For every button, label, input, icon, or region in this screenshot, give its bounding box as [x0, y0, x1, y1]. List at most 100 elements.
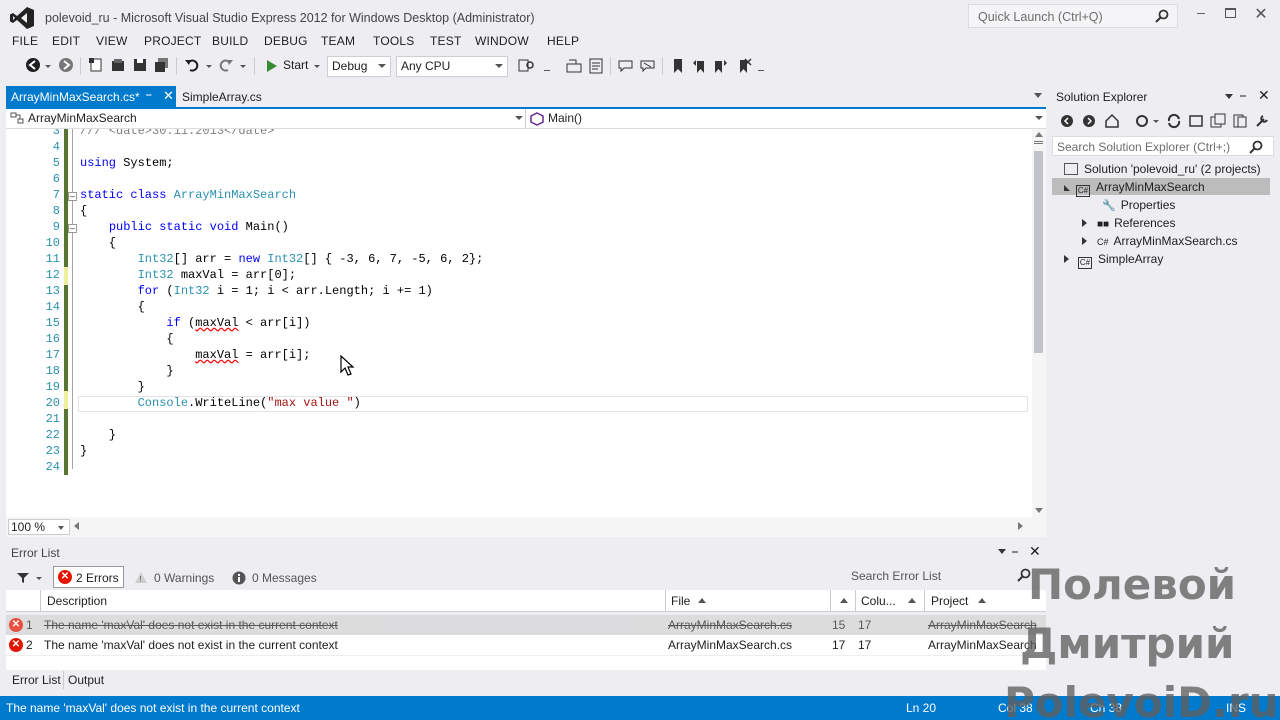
menu-file[interactable]: FILE — [12, 34, 38, 48]
comment-out-icon[interactable] — [618, 58, 634, 74]
chevron-down-icon[interactable] — [240, 65, 246, 68]
chevron-down-icon[interactable] — [206, 65, 212, 68]
messages-filter-toggle[interactable]: 0 Messages — [228, 568, 324, 588]
menu-edit[interactable]: EDIT — [52, 34, 80, 48]
search-icon[interactable] — [1249, 140, 1263, 154]
navigate-forward-icon[interactable] — [58, 57, 74, 73]
close-tab-icon[interactable]: ✕ — [163, 88, 174, 104]
tab-error-list[interactable]: Error List — [12, 673, 61, 687]
navigate-back-icon[interactable] — [25, 57, 41, 73]
menu-team[interactable]: TEAM — [321, 34, 355, 48]
scroll-left-icon[interactable] — [74, 522, 79, 530]
quick-launch-box[interactable]: Quick Launch (Ctrl+Q) — [968, 4, 1178, 28]
scroll-down-icon[interactable] — [1035, 508, 1043, 513]
solution-explorer-search[interactable]: Search Solution Explorer (Ctrl+;) — [1052, 136, 1274, 156]
error-row[interactable]: ✕ 2 The name 'maxVal' does not exist in … — [6, 635, 1046, 655]
close-button[interactable]: ✕ — [1250, 4, 1272, 24]
chevron-down-icon[interactable] — [1153, 120, 1159, 123]
next-bookmark-icon[interactable] — [714, 58, 728, 74]
maximize-button[interactable] — [1220, 4, 1242, 24]
tabs-dropdown-icon[interactable] — [1034, 93, 1042, 98]
column-file[interactable]: File — [671, 594, 690, 608]
chevron-down-icon[interactable] — [45, 65, 51, 68]
scrollbar-thumb[interactable] — [1034, 151, 1043, 353]
warnings-filter-toggle[interactable]: ! 0 Warnings — [130, 568, 220, 588]
toolbar-overflow-icon[interactable] — [544, 70, 550, 71]
zoom-select[interactable]: 100 % — [8, 519, 70, 535]
save-icon[interactable] — [132, 57, 148, 73]
tree-file-arrayminmaxsearch-cs[interactable]: C# ArrayMinMaxSearch.cs — [1082, 234, 1238, 248]
pending-changes-icon[interactable] — [1188, 113, 1204, 129]
chevron-down-icon[interactable] — [314, 65, 320, 68]
column-project[interactable]: Project — [931, 594, 968, 608]
errors-filter-toggle[interactable]: ✕ 2 Errors — [53, 566, 124, 588]
member-dropdown-value[interactable]: Main() — [548, 111, 582, 125]
menu-view[interactable]: VIEW — [96, 34, 127, 48]
show-all-files-icon[interactable] — [1232, 113, 1248, 129]
clear-bookmarks-icon[interactable] — [736, 58, 752, 74]
tree-project-simplearray[interactable]: C# SimpleArray — [1064, 252, 1163, 269]
solution-configuration-select[interactable]: Debug — [327, 56, 391, 77]
tree-properties-node[interactable]: 🔧 Properties — [1102, 198, 1175, 212]
filter-icon[interactable] — [16, 572, 30, 584]
code-editor[interactable]: – – 3 /// <date>30.11.2013</date> 4 5 us… — [6, 129, 1032, 517]
error-list-search-placeholder[interactable]: Search Error List — [851, 569, 941, 583]
pin-icon[interactable]: ⎯ — [1240, 88, 1246, 103]
collapse-all-icon[interactable] — [1210, 113, 1226, 129]
column-column[interactable]: Colu... — [861, 594, 896, 608]
error-row[interactable]: ✕ 1 The name 'maxVal' does not exist in … — [6, 615, 1046, 635]
previous-bookmark-icon[interactable] — [692, 58, 706, 74]
editor-vertical-scrollbar[interactable] — [1032, 129, 1046, 517]
bookmark-icon[interactable] — [672, 58, 684, 74]
menu-build[interactable]: BUILD — [212, 34, 248, 48]
close-panel-icon[interactable]: ✕ — [1258, 87, 1270, 104]
uncomment-icon[interactable] — [640, 58, 656, 74]
menu-test[interactable]: TEST — [430, 34, 461, 48]
tree-project-arrayminmaxsearch[interactable]: C# ArrayMinMaxSearch — [1064, 180, 1205, 197]
new-project-icon[interactable] — [88, 57, 104, 73]
undo-icon[interactable] — [184, 57, 200, 73]
open-file-icon[interactable] — [110, 57, 126, 73]
format-document-icon[interactable] — [588, 58, 604, 74]
tab-output[interactable]: Output — [68, 673, 104, 687]
toolbar-overflow-icon[interactable] — [758, 70, 764, 71]
menu-window[interactable]: WINDOW — [475, 34, 529, 48]
menu-tools[interactable]: TOOLS — [373, 34, 414, 48]
solution-platform-select[interactable]: Any CPU — [396, 56, 508, 77]
pin-icon[interactable]: ⎯ — [146, 89, 152, 102]
minimize-button[interactable]: – — [1190, 4, 1212, 24]
panel-dropdown-icon[interactable] — [1225, 94, 1233, 99]
refresh-icon[interactable] — [1166, 113, 1182, 129]
collapsed-arrow-icon[interactable] — [1082, 237, 1087, 245]
home-icon[interactable] — [1104, 113, 1120, 129]
menu-debug[interactable]: DEBUG — [264, 34, 308, 48]
forward-icon[interactable] — [1082, 114, 1096, 128]
expanded-arrow-icon[interactable] — [1064, 185, 1070, 191]
panel-dropdown-icon[interactable] — [998, 549, 1006, 554]
tab-arrayminmaxsearch-cs[interactable]: ArrayMinMaxSearch.cs* ⎯ ✕ — [6, 86, 176, 107]
menu-help[interactable]: HELP — [547, 34, 579, 48]
properties-icon[interactable] — [1254, 113, 1270, 129]
redo-icon[interactable] — [218, 57, 234, 73]
sync-icon[interactable] — [1134, 113, 1150, 129]
chevron-down-icon[interactable] — [36, 577, 42, 580]
scroll-up-icon[interactable] — [1035, 132, 1043, 137]
tree-solution-node[interactable]: Solution 'polevoid_ru' (2 projects) — [1064, 162, 1261, 176]
chevron-down-icon[interactable] — [1035, 116, 1043, 120]
menu-project[interactable]: PROJECT — [144, 34, 201, 48]
tree-references-node[interactable]: ■■ References — [1082, 216, 1175, 230]
tab-simplearray-cs[interactable]: SimpleArray.cs — [182, 90, 262, 104]
collapsed-arrow-icon[interactable] — [1082, 219, 1087, 227]
collapse-icon[interactable]: – — [68, 192, 77, 201]
column-description[interactable]: Description — [47, 594, 107, 608]
collapse-icon[interactable]: – — [68, 224, 77, 233]
split-handle-icon[interactable] — [1034, 141, 1043, 144]
scroll-right-icon[interactable] — [1018, 522, 1023, 530]
start-debugging-button[interactable]: Start — [262, 55, 326, 77]
class-dropdown[interactable]: ArrayMinMaxSearch — [6, 109, 526, 128]
find-in-files-icon[interactable] — [518, 58, 536, 74]
toggle-outline-icon[interactable] — [566, 58, 582, 74]
search-icon[interactable] — [1155, 9, 1169, 23]
save-all-icon[interactable] — [154, 57, 170, 73]
collapsed-arrow-icon[interactable] — [1064, 255, 1069, 263]
